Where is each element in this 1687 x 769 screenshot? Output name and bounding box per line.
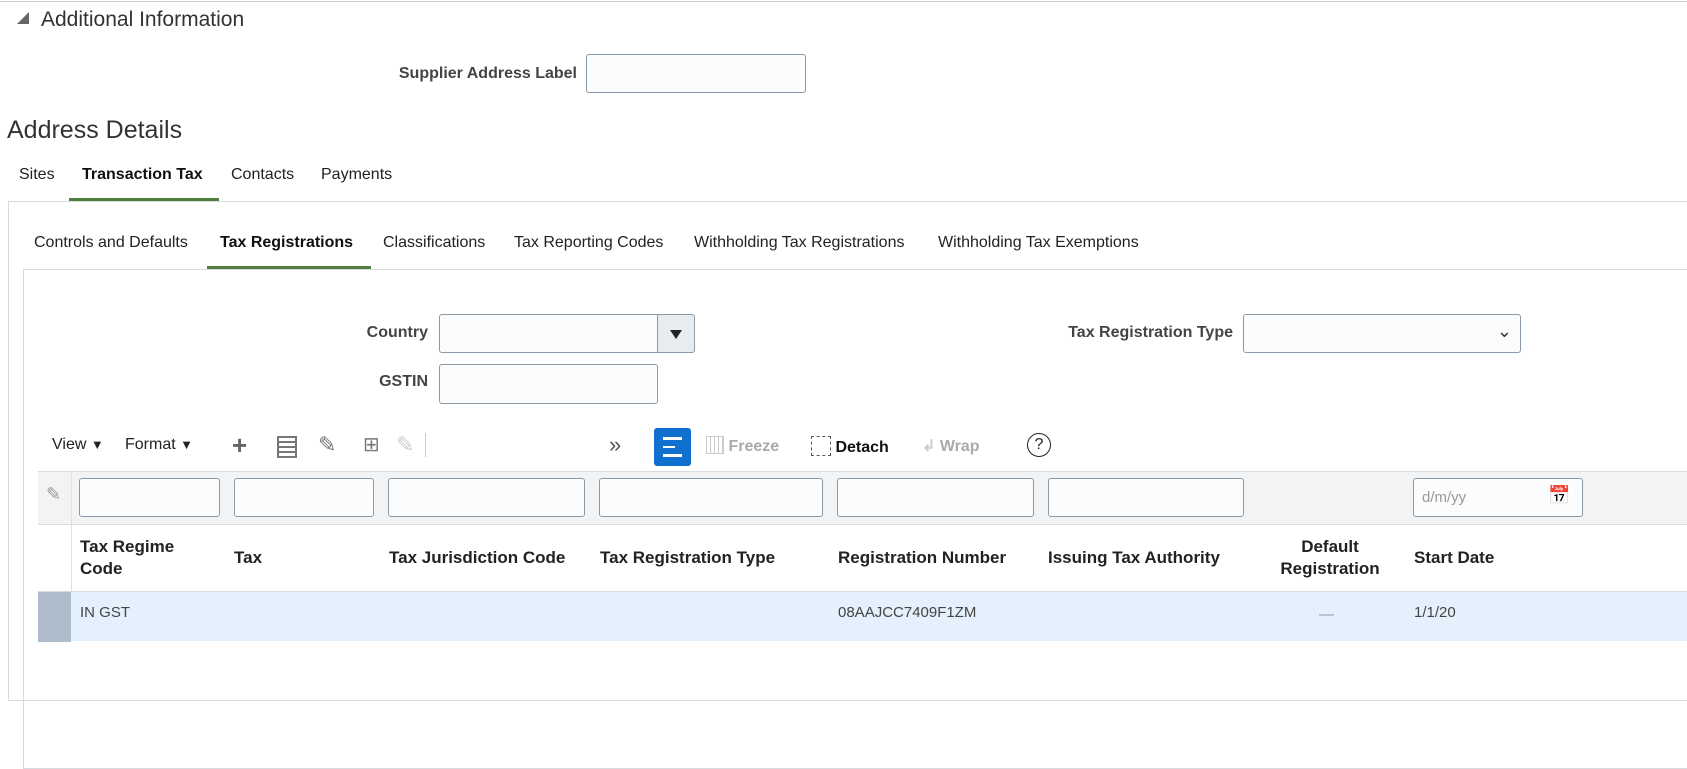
clear-filter-icon[interactable]: ✎ bbox=[46, 484, 61, 505]
section-title-additional-info: Additional Information bbox=[41, 8, 245, 31]
wrap-icon: ↲ bbox=[922, 438, 936, 455]
freeze-icon bbox=[706, 436, 724, 454]
gstin-input[interactable] bbox=[439, 364, 658, 404]
country-input[interactable] bbox=[439, 314, 658, 353]
filter-issuing-tax-authority[interactable] bbox=[1048, 478, 1244, 517]
calendar-icon[interactable]: 📅 bbox=[1548, 485, 1570, 506]
format-menu[interactable]: Format ▼ bbox=[125, 436, 193, 454]
subtab-controls-defaults[interactable]: Controls and Defaults bbox=[34, 234, 188, 252]
filter-tax-regime-code[interactable] bbox=[79, 478, 220, 517]
caret-down-icon: ▼ bbox=[180, 437, 193, 452]
supplier-address-label: Supplier Address Label bbox=[398, 65, 577, 82]
wrap-label: Wrap bbox=[939, 438, 980, 455]
detach-label: Detach bbox=[835, 439, 889, 456]
toolbar-separator bbox=[425, 433, 426, 457]
subtab-classifications[interactable]: Classifications bbox=[383, 234, 485, 252]
caret-down-icon bbox=[670, 330, 682, 339]
country-label: Country bbox=[366, 324, 428, 341]
tab-transaction-tax[interactable]: Transaction Tax bbox=[82, 166, 203, 184]
cell-default-registration: — bbox=[1319, 606, 1334, 623]
subtab-withholding-tax-registrations[interactable]: Withholding Tax Registrations bbox=[694, 234, 904, 252]
cell-tax-regime-code: IN GST bbox=[80, 604, 131, 621]
col-header-tax-registration-type[interactable]: Tax Registration Type bbox=[600, 547, 775, 569]
edit-pencil-icon[interactable]: ✎ bbox=[318, 432, 336, 458]
help-icon[interactable]: ? bbox=[1027, 433, 1051, 457]
subtab-withholding-tax-exemptions[interactable]: Withholding Tax Exemptions bbox=[938, 234, 1139, 252]
tax-registration-type-select[interactable]: ⌄ bbox=[1243, 314, 1521, 353]
duplicate-icon[interactable] bbox=[277, 436, 297, 458]
freeze-button: Freeze bbox=[706, 436, 779, 456]
overflow-icon[interactable]: » bbox=[609, 432, 621, 458]
address-details-title: Address Details bbox=[7, 116, 183, 144]
export-grid-icon[interactable]: ⊞ bbox=[363, 432, 380, 457]
subtab-tax-reporting-codes[interactable]: Tax Reporting Codes bbox=[514, 234, 663, 252]
view-label: View bbox=[52, 436, 87, 453]
col-header-issuing-tax-authority[interactable]: Issuing Tax Authority bbox=[1048, 547, 1220, 569]
top-divider bbox=[0, 1, 1687, 2]
chevron-down-icon: ⌄ bbox=[1496, 321, 1512, 341]
edit-disabled-icon: ✎ bbox=[396, 432, 415, 457]
tab-contacts[interactable]: Contacts bbox=[231, 166, 294, 184]
tab-sites[interactable]: Sites bbox=[19, 166, 55, 184]
filter-registration-number[interactable] bbox=[837, 478, 1034, 517]
collapse-triangle-icon[interactable] bbox=[17, 12, 29, 24]
col-header-start-date[interactable]: Start Date bbox=[1414, 547, 1494, 569]
detach-button[interactable]: Detach bbox=[811, 436, 889, 457]
country-dropdown-button[interactable] bbox=[657, 314, 695, 353]
cell-registration-number: 08AAJCC7409F1ZM bbox=[838, 604, 977, 621]
detach-icon bbox=[811, 436, 831, 456]
view-menu[interactable]: View ▼ bbox=[52, 436, 104, 454]
freeze-label: Freeze bbox=[728, 438, 780, 455]
col-header-default-registration[interactable]: Default Registration bbox=[1270, 536, 1390, 580]
tax-registration-type-label: Tax Registration Type bbox=[1068, 324, 1233, 341]
col-header-tax-regime-code[interactable]: Tax Regime Code bbox=[80, 536, 200, 580]
caret-down-icon: ▼ bbox=[90, 437, 104, 452]
col-header-tax-jurisdiction-code[interactable]: Tax Jurisdiction Code bbox=[389, 547, 565, 569]
gstin-label: GSTIN bbox=[379, 373, 428, 390]
supplier-address-input[interactable] bbox=[586, 54, 806, 93]
cell-start-date: 1/1/20 bbox=[1414, 604, 1456, 621]
col-header-registration-number[interactable]: Registration Number bbox=[838, 547, 1006, 569]
filter-icon bbox=[663, 437, 682, 457]
tab-payments[interactable]: Payments bbox=[321, 166, 392, 184]
wrap-button: ↲ Wrap bbox=[922, 436, 980, 456]
date-placeholder: d/m/yy bbox=[1422, 489, 1467, 506]
col-header-tax[interactable]: Tax bbox=[234, 547, 262, 569]
query-by-example-button[interactable] bbox=[654, 428, 691, 466]
subtab-tax-registrations[interactable]: Tax Registrations bbox=[220, 234, 353, 252]
format-label: Format bbox=[125, 436, 176, 453]
filter-tax[interactable] bbox=[234, 478, 374, 517]
filter-start-date[interactable]: d/m/yy 📅 bbox=[1413, 478, 1583, 517]
filter-tax-registration-type[interactable] bbox=[599, 478, 823, 517]
add-icon[interactable]: + bbox=[232, 430, 247, 461]
row-selector[interactable] bbox=[38, 592, 71, 642]
filter-tax-jurisdiction-code[interactable] bbox=[388, 478, 585, 517]
